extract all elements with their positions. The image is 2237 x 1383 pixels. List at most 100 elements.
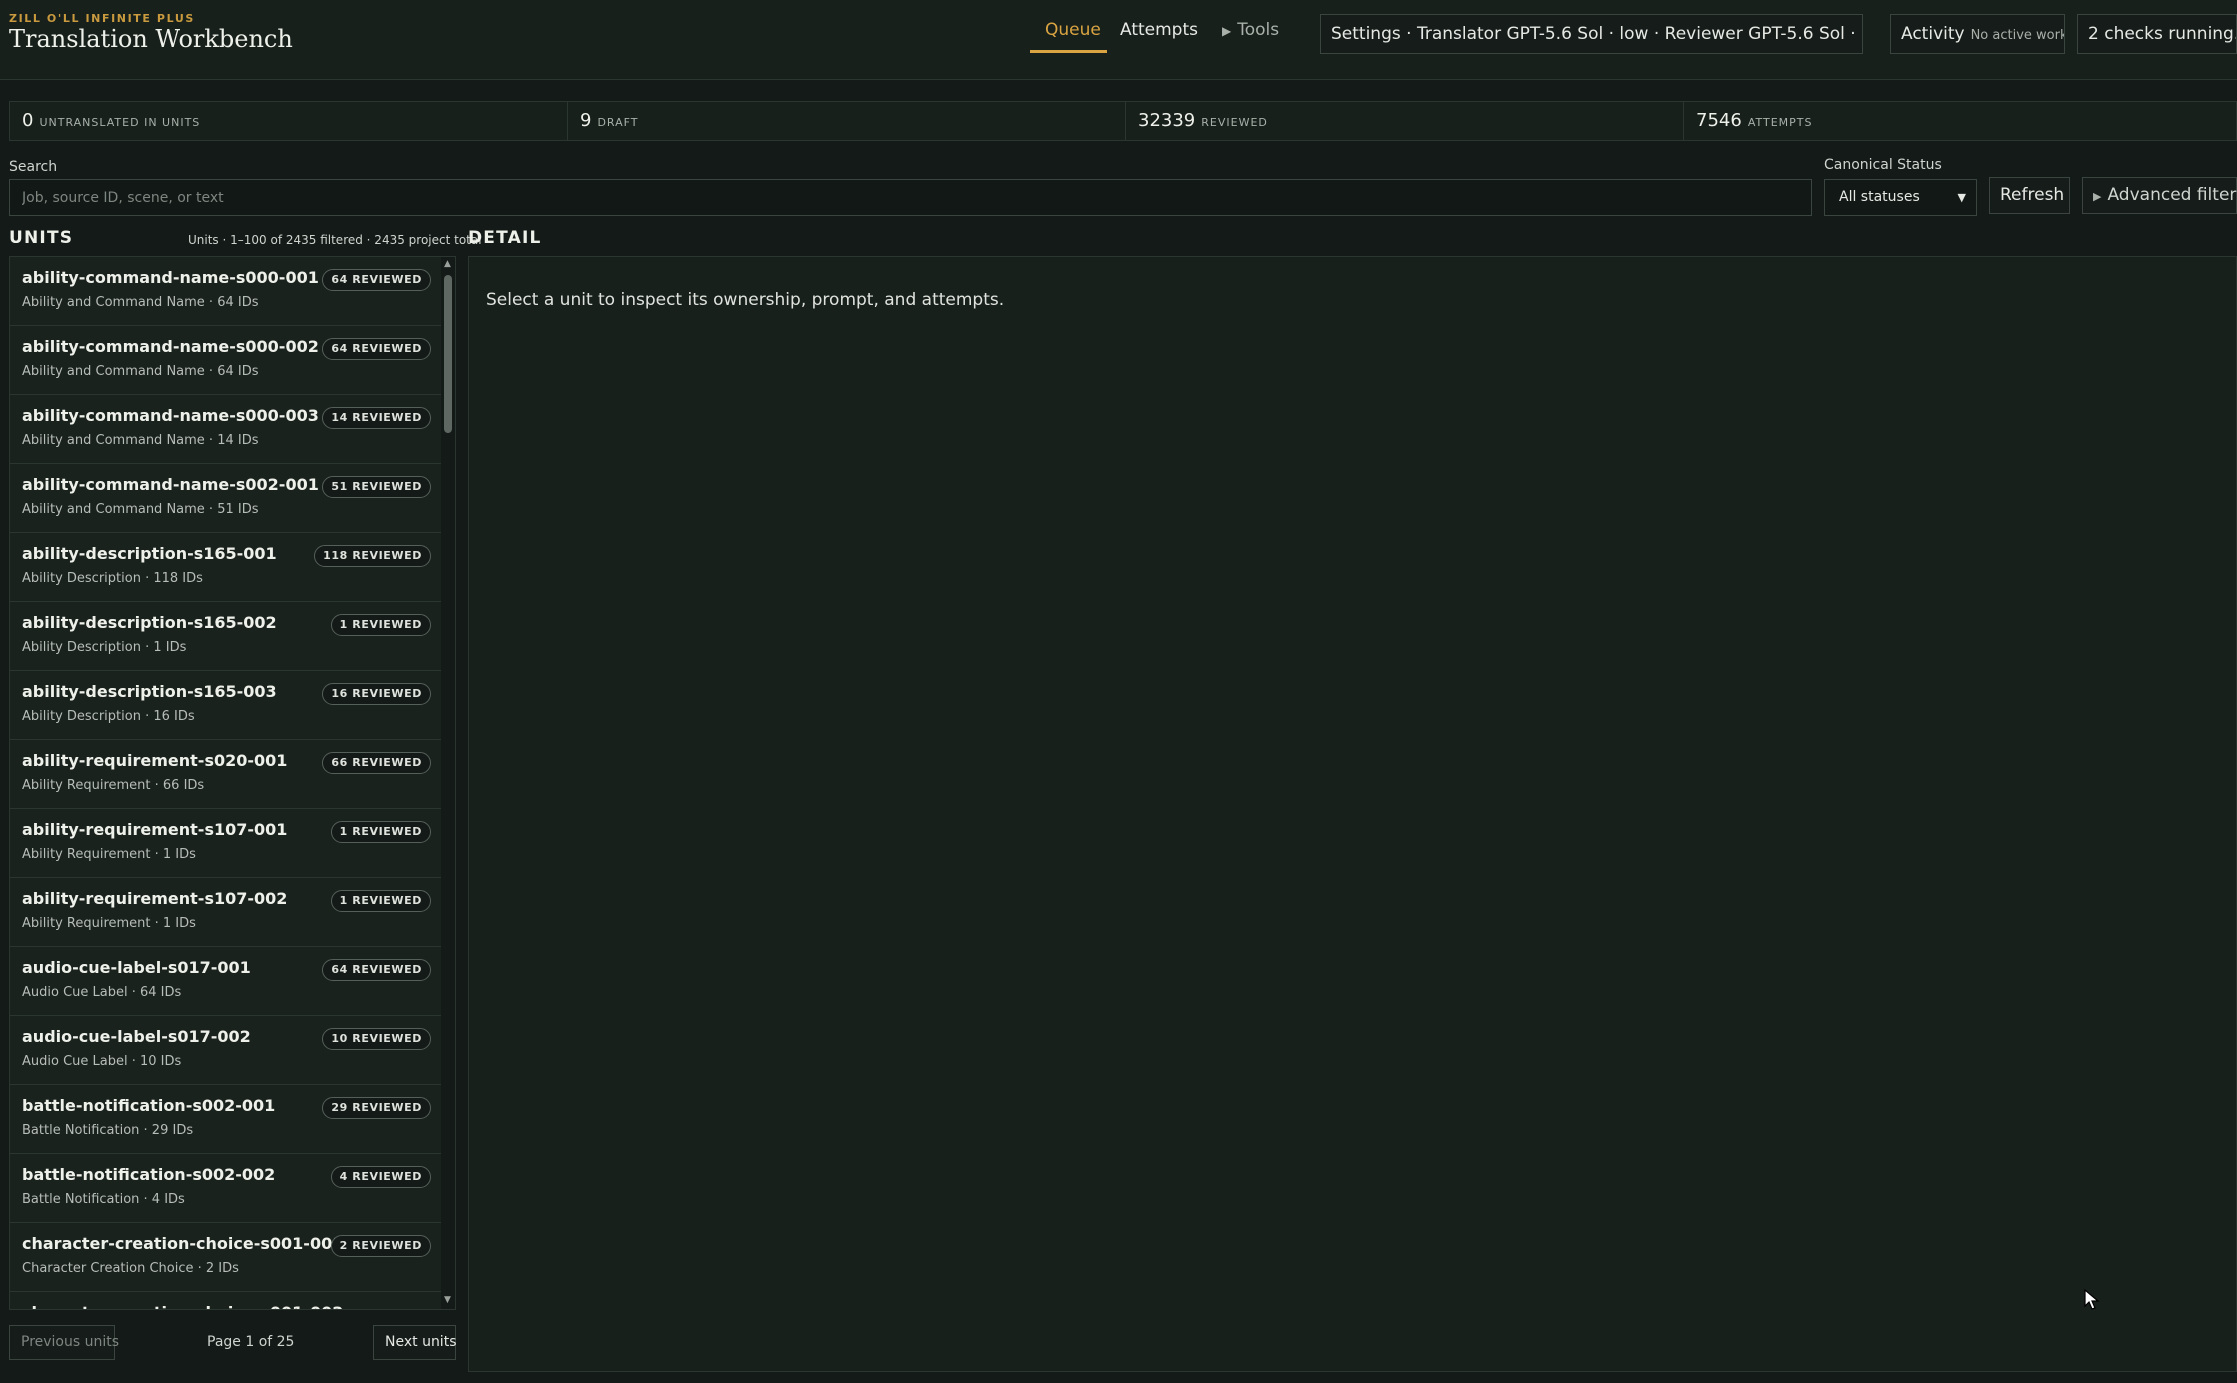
unit-meta: Character Creation Choice · 2 IDs	[22, 1261, 239, 1276]
chevron-down-icon: ▼	[1957, 191, 1966, 204]
unit-name: ability-description-s165-002	[22, 613, 277, 632]
unit-meta: Ability Description · 16 IDs	[22, 709, 195, 724]
unit-row[interactable]: audio-cue-label-s017-001 Audio Cue Label …	[10, 947, 441, 1016]
unit-name: ability-command-name-s002-001	[22, 475, 319, 494]
status-badge: 4 REVIEWED	[330, 1166, 431, 1188]
page-indicator: Page 1 of 25	[207, 1334, 295, 1350]
stat-label: DRAFT	[597, 116, 639, 129]
unit-name: ability-description-s165-001	[22, 544, 277, 563]
brand-kicker: ZILL O'LL INFINITE PLUS	[9, 12, 195, 25]
search-input[interactable]	[9, 179, 1812, 216]
canonical-status-label: Canonical Status	[1824, 157, 1942, 173]
unit-row[interactable]: battle-notification-s002-001 Battle Notif…	[10, 1085, 441, 1154]
stat-label: REVIEWED	[1201, 116, 1268, 129]
unit-row[interactable]: character-creation-choice-s001-001 Charac…	[10, 1223, 441, 1292]
status-badge: 29 REVIEWED	[322, 1097, 431, 1119]
unit-meta: Ability Description · 118 IDs	[22, 571, 203, 586]
status-badge: 64 REVIEWED	[322, 338, 431, 360]
unit-row[interactable]: ability-command-name-s000-003 Ability and…	[10, 395, 441, 464]
stat-label: ATTEMPTS	[1747, 116, 1813, 129]
unit-row[interactable]: ability-command-name-s000-001 Ability and…	[10, 257, 441, 326]
active-tab-indicator	[1030, 50, 1107, 53]
unit-meta: Battle Notification · 4 IDs	[22, 1192, 185, 1207]
unit-name: battle-notification-s002-002	[22, 1165, 276, 1184]
advanced-filters-button[interactable]: ▶ Advanced filters	[2082, 177, 2237, 214]
activity-button[interactable]: Activity No active work	[1890, 14, 2065, 54]
unit-meta: Ability Requirement · 1 IDs	[22, 916, 196, 931]
status-badge: 16 REVIEWED	[322, 683, 431, 705]
stat-value: 9	[580, 110, 592, 131]
detail-heading: DETAIL	[468, 228, 542, 248]
unit-row[interactable]: ability-requirement-s107-002 Ability Requ…	[10, 878, 441, 947]
tab-tools-label: Tools	[1237, 20, 1280, 40]
mouse-cursor-icon	[2084, 1289, 2100, 1310]
unit-row[interactable]: ability-command-name-s002-001 Ability and…	[10, 464, 441, 533]
checks-running-button[interactable]: 2 checks running...	[2077, 14, 2237, 54]
stat-label: UNTRANSLATED IN UNITS	[39, 116, 201, 129]
unit-name: ability-description-s165-003	[22, 682, 277, 701]
tab-tools[interactable]: ▶ Tools	[1222, 20, 1279, 40]
unit-name: ability-command-name-s000-001	[22, 268, 319, 287]
unit-row[interactable]: ability-description-s165-001 Ability Desc…	[10, 533, 441, 602]
stat-value: 0	[22, 110, 34, 131]
unit-meta: Audio Cue Label · 10 IDs	[22, 1054, 182, 1069]
unit-meta: Ability Requirement · 66 IDs	[22, 778, 205, 793]
refresh-button[interactable]: Refresh	[1989, 177, 2070, 214]
tab-attempts[interactable]: Attempts	[1120, 20, 1198, 40]
stat-reviewed: 32339 REVIEWED	[1126, 102, 1684, 140]
units-summary: Units · 1–100 of 2435 filtered · 2435 pr…	[188, 233, 482, 247]
unit-row[interactable]: ability-requirement-s107-001 Ability Requ…	[10, 809, 441, 878]
status-badge: 1 REVIEWED	[330, 614, 431, 636]
unit-name: ability-requirement-s020-001	[22, 751, 288, 770]
activity-status: No active work	[1970, 28, 2065, 43]
unit-row[interactable]: ability-description-s165-003 Ability Desc…	[10, 671, 441, 740]
scroll-up-icon[interactable]: ▲	[444, 259, 451, 269]
unit-name: audio-cue-label-s017-002	[22, 1027, 251, 1046]
unit-meta: Ability Requirement · 1 IDs	[22, 847, 196, 862]
scrollbar-thumb[interactable]	[444, 275, 452, 433]
disclosure-triangle-icon: ▶	[1222, 24, 1232, 38]
unit-row[interactable]: ability-description-s165-002 Ability Desc…	[10, 602, 441, 671]
canonical-status-select[interactable]: All statuses ▼	[1824, 179, 1977, 216]
units-heading: UNITS	[9, 228, 74, 248]
status-badge: 14 REVIEWED	[322, 407, 431, 429]
advanced-filters-label: Advanced filters	[2107, 185, 2237, 205]
unit-row[interactable]: ability-requirement-s020-001 Ability Requ…	[10, 740, 441, 809]
unit-name: character-creation-choice-s001-001	[22, 1234, 344, 1253]
unit-name: battle-notification-s002-001	[22, 1096, 276, 1115]
status-badge: 2 REVIEWED	[330, 1235, 431, 1257]
unit-meta: Ability Description · 1 IDs	[22, 640, 187, 655]
status-badge: 1 REVIEWED	[330, 890, 431, 912]
unit-name: ability-requirement-s107-002	[22, 889, 288, 908]
status-badge: 64 REVIEWED	[322, 959, 431, 981]
unit-row[interactable]: battle-notification-s002-002 Battle Notif…	[10, 1154, 441, 1223]
unit-name: ability-command-name-s000-003	[22, 406, 319, 425]
search-label: Search	[9, 159, 58, 175]
units-list[interactable]: character-creation-choice-s001-002 charac…	[9, 256, 456, 1310]
status-badge: 64 REVIEWED	[322, 269, 431, 291]
app-title: Translation Workbench	[9, 25, 293, 53]
status-select-value: All statuses	[1839, 189, 1920, 205]
status-badge: 1 REVIEWED	[330, 821, 431, 843]
scroll-down-icon[interactable]: ▼	[444, 1295, 451, 1305]
unit-name: ability-command-name-s000-002	[22, 337, 319, 356]
unit-row[interactable]: audio-cue-label-s017-002 Audio Cue Label …	[10, 1016, 441, 1085]
unit-name: audio-cue-label-s017-001	[22, 958, 251, 977]
unit-row[interactable]: character-creation-choice-s001-002	[10, 1292, 441, 1309]
unit-row[interactable]: ability-command-name-s000-002 Ability and…	[10, 326, 441, 395]
tab-queue[interactable]: Queue	[1045, 20, 1101, 40]
status-badge: 51 REVIEWED	[322, 476, 431, 498]
unit-meta: Audio Cue Label · 64 IDs	[22, 985, 182, 1000]
settings-button[interactable]: Settings · Translator GPT-5.6 Sol · low …	[1320, 14, 1863, 54]
unit-meta: Ability and Command Name · 14 IDs	[22, 433, 259, 448]
unit-name: ability-requirement-s107-001	[22, 820, 288, 839]
stat-attempts: 7546 ATTEMPTS	[1684, 102, 2236, 140]
previous-units-button[interactable]: Previous units	[9, 1325, 119, 1360]
stat-untranslated: 0 UNTRANSLATED IN UNITS	[10, 102, 568, 140]
next-units-button[interactable]: Next units	[373, 1325, 456, 1360]
units-scrollbar[interactable]: ▲ ▼	[441, 257, 455, 1309]
unit-meta: Ability and Command Name · 64 IDs	[22, 364, 259, 379]
disclosure-triangle-icon: ▶	[2093, 190, 2102, 203]
status-badge: 118 REVIEWED	[314, 545, 431, 567]
activity-label: Activity	[1901, 24, 1965, 44]
